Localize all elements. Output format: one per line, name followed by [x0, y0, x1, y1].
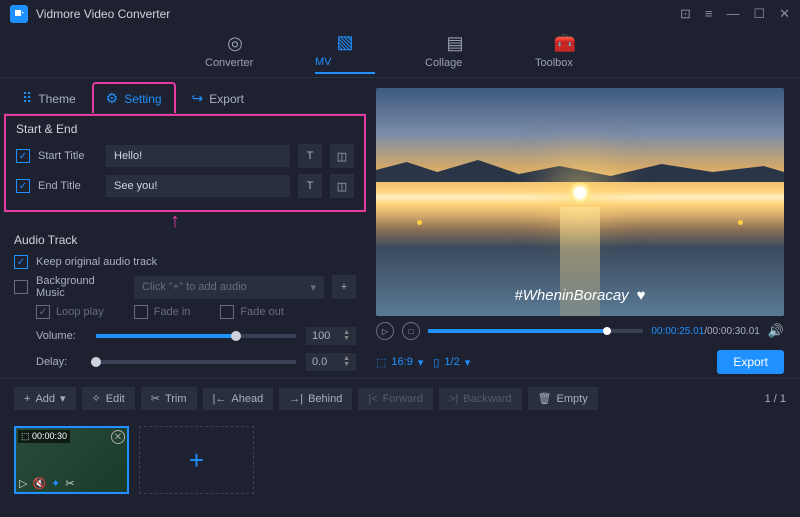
start-title-checkbox[interactable]	[16, 149, 30, 163]
clip-duration: ⬚ 00:00:30	[18, 430, 70, 443]
plus-icon: +	[24, 393, 30, 405]
add-button[interactable]: +Add▾	[14, 387, 76, 410]
aspect-icon: ⬚	[376, 356, 386, 369]
video-preview: #WheninBoracay♥	[376, 88, 784, 316]
heart-icon: ♥	[637, 287, 646, 304]
forward-icon: |<	[368, 393, 377, 405]
effect-icon[interactable]: ✦	[51, 477, 60, 490]
forward-button[interactable]: |<Forward	[358, 388, 433, 410]
minimize-icon[interactable]: —	[726, 6, 739, 22]
preview-panel: #WheninBoracay♥ ▷ □ 00:00:25.01/00:00:30…	[370, 78, 800, 378]
edit-button[interactable]: ✧Edit	[82, 387, 135, 410]
remove-clip-button[interactable]: ✕	[111, 430, 125, 444]
add-audio-button[interactable]: +	[332, 275, 356, 299]
settings-panel: ⠿Theme ⚙Setting ↪Export Start & End Star…	[0, 78, 370, 378]
keep-audio-label: Keep original audio track	[36, 256, 157, 268]
volume-icon[interactable]: 🔊	[768, 323, 784, 339]
behind-icon: →|	[289, 393, 303, 405]
chevron-down-icon: ▾	[418, 356, 424, 369]
start-title-label: Start Title	[38, 150, 98, 162]
split-icon: ▯	[433, 356, 439, 369]
toolbox-icon: 🧰	[554, 33, 576, 54]
annotation-arrow: ↑	[170, 210, 370, 233]
overlay-text: #WheninBoracay♥	[514, 287, 645, 304]
start-end-section: Start & End Start Title T ◫ End Title T …	[4, 114, 366, 212]
stop-button[interactable]: □	[402, 322, 420, 340]
ahead-button[interactable]: |←Ahead	[203, 388, 274, 410]
bg-music-label: Background Music	[36, 275, 126, 299]
bg-music-select[interactable]: Click "+" to add audio▾	[134, 276, 324, 299]
end-title-color-button[interactable]: ◫	[330, 174, 354, 198]
volume-label: Volume:	[36, 330, 86, 342]
mv-icon: ▧	[336, 32, 353, 53]
trash-icon: 🗑	[538, 392, 552, 405]
player-controls: ▷ □ 00:00:25.01/00:00:30.01 🔊	[376, 316, 784, 346]
add-clip-button[interactable]: +	[139, 426, 254, 494]
app-logo	[10, 5, 28, 23]
fadein-checkbox[interactable]	[134, 305, 148, 319]
end-title-font-button[interactable]: T	[298, 174, 322, 198]
split-select[interactable]: ▯1/2▾	[433, 356, 470, 369]
collage-icon: ▤	[446, 33, 463, 54]
volume-slider[interactable]	[96, 334, 296, 338]
end-title-checkbox[interactable]	[16, 179, 30, 193]
start-end-title: Start & End	[16, 122, 354, 136]
audio-section: Audio Track Keep original audio track Ba…	[0, 233, 370, 387]
empty-button[interactable]: 🗑Empty	[528, 387, 598, 410]
app-title: Vidmore Video Converter	[36, 7, 170, 21]
chevron-down-icon: ▾	[60, 392, 66, 405]
start-title-font-button[interactable]: T	[298, 144, 322, 168]
menu-icon[interactable]: ≡	[705, 6, 713, 22]
gear-icon: ⚙	[106, 90, 119, 107]
trim-icon[interactable]: ✂	[65, 477, 74, 490]
start-title-input[interactable]	[106, 145, 290, 167]
delay-label: Delay:	[36, 356, 86, 368]
ahead-icon: |←	[213, 393, 227, 405]
progress-bar[interactable]	[428, 329, 643, 333]
wand-icon: ✧	[92, 392, 101, 405]
time-display: 00:00:25.01/00:00:30.01	[651, 326, 759, 337]
aspect-ratio-select[interactable]: ⬚16:9▾	[376, 356, 423, 369]
tab-setting[interactable]: ⚙Setting	[92, 82, 176, 113]
play-icon[interactable]: ▷	[19, 477, 27, 490]
start-title-color-button[interactable]: ◫	[330, 144, 354, 168]
maximize-icon[interactable]: ☐	[753, 6, 765, 22]
feedback-icon[interactable]: ⊡	[680, 6, 691, 22]
nav-mv[interactable]: ▧ MV	[315, 32, 375, 74]
tab-export[interactable]: ↪Export	[180, 84, 256, 113]
trim-button[interactable]: ✂Trim	[141, 387, 197, 410]
delay-spinner[interactable]: 0.0▲▼	[306, 353, 356, 371]
top-nav: ◎ Converter ▧ MV ▤ Collage 🧰 Toolbox	[0, 28, 800, 78]
mute-icon[interactable]: 🔇	[32, 477, 46, 490]
nav-toolbox[interactable]: 🧰 Toolbox	[535, 33, 595, 73]
nav-converter[interactable]: ◎ Converter	[205, 33, 265, 73]
export-icon: ↪	[192, 90, 204, 107]
theme-icon: ⠿	[22, 90, 32, 107]
export-button[interactable]: Export	[717, 350, 784, 374]
scissors-icon: ✂	[151, 392, 160, 405]
audio-title: Audio Track	[14, 233, 356, 247]
end-title-input[interactable]	[106, 175, 290, 197]
volume-spinner[interactable]: 100▲▼	[306, 327, 356, 345]
converter-icon: ◎	[227, 33, 243, 54]
close-icon[interactable]: ✕	[779, 6, 790, 22]
bg-music-checkbox[interactable]	[14, 280, 28, 294]
chevron-down-icon: ▾	[465, 356, 471, 369]
keep-audio-checkbox[interactable]	[14, 255, 28, 269]
delay-slider[interactable]	[96, 360, 296, 364]
clip-thumbnail[interactable]: ⬚ 00:00:30 ✕ ▷ 🔇 ✦ ✂	[14, 426, 129, 494]
chevron-down-icon: ▾	[310, 281, 316, 294]
end-title-label: End Title	[38, 180, 98, 192]
backward-button[interactable]: >|Backward	[439, 388, 522, 410]
backward-icon: >|	[449, 393, 458, 405]
play-button[interactable]: ▷	[376, 322, 394, 340]
page-indicator: 1 / 1	[765, 393, 786, 405]
fadeout-checkbox[interactable]	[220, 305, 234, 319]
loop-checkbox[interactable]	[36, 305, 50, 319]
thumbnail-strip: ⬚ 00:00:30 ✕ ▷ 🔇 ✦ ✂ +	[0, 418, 800, 502]
nav-collage[interactable]: ▤ Collage	[425, 33, 485, 73]
behind-button[interactable]: →|Behind	[279, 388, 352, 410]
tab-theme[interactable]: ⠿Theme	[10, 84, 88, 113]
titlebar: Vidmore Video Converter ⊡ ≡ — ☐ ✕	[0, 0, 800, 28]
